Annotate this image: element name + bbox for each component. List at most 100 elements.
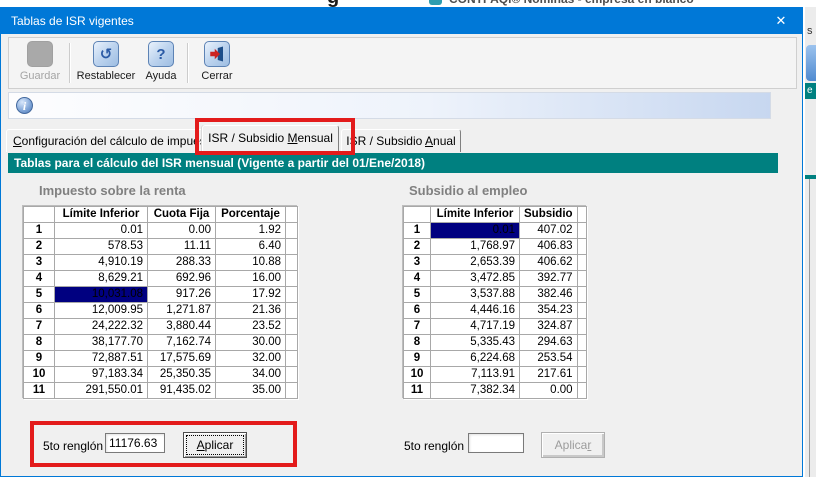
aplicar-button[interactable]: Aplicar xyxy=(183,432,247,458)
table-filler xyxy=(286,335,298,351)
table-cell[interactable]: 3,537.88 xyxy=(431,287,520,303)
table-cell[interactable]: 0.00 xyxy=(520,383,578,399)
table-cell[interactable]: 253.54 xyxy=(520,351,578,367)
quinto-renglon-input-subsidio[interactable] xyxy=(468,433,524,453)
table-cell[interactable]: 72,887.51 xyxy=(55,351,148,367)
table-cell[interactable]: 97,183.34 xyxy=(55,367,148,383)
table-cell[interactable]: 6.40 xyxy=(216,239,286,255)
table-cell[interactable]: 17,575.69 xyxy=(148,351,216,367)
button-label-mnemonic: r xyxy=(587,438,591,452)
row-number: 7 xyxy=(404,319,431,335)
background-button-fragment xyxy=(806,45,816,81)
table-cell[interactable]: 12,009.95 xyxy=(55,303,148,319)
table-cell[interactable]: 578.53 xyxy=(55,239,148,255)
row-number: 4 xyxy=(24,271,55,287)
table-cell[interactable]: 217.61 xyxy=(520,367,578,383)
table-cell[interactable]: 4,717.19 xyxy=(431,319,520,335)
table-cell[interactable]: 11.11 xyxy=(148,239,216,255)
table-filler xyxy=(286,255,298,271)
tab-isr-subsidio-anual[interactable]: ISR / Subsidio Anual xyxy=(341,129,461,152)
table-cell[interactable]: 692.96 xyxy=(148,271,216,287)
row-number: 1 xyxy=(24,223,55,239)
table-cell-selected[interactable]: 10,031.08 xyxy=(55,287,148,303)
help-icon: ? xyxy=(148,41,174,67)
table-cell[interactable]: 0.01 xyxy=(55,223,148,239)
column-header: Subsidio xyxy=(520,207,578,223)
table-cell[interactable]: 0.00 xyxy=(148,223,216,239)
table-cell[interactable]: 354.23 xyxy=(520,303,578,319)
tab-label: ensual xyxy=(298,131,333,145)
table-cell[interactable]: 17.92 xyxy=(216,287,286,303)
table-cell[interactable]: 6,224.68 xyxy=(431,351,520,367)
table-row: 1097,183.3425,350.3534.00 xyxy=(24,367,298,383)
table-cell[interactable]: 288.33 xyxy=(148,255,216,271)
table-cell[interactable]: 1.92 xyxy=(216,223,286,239)
row-number: 2 xyxy=(404,239,431,255)
tab-label: ISR / Subsidio xyxy=(208,131,287,145)
table-cell[interactable]: 1,768.97 xyxy=(431,239,520,255)
table-cell[interactable]: 3,472.85 xyxy=(431,271,520,287)
ayuda-button[interactable]: ? Ayuda xyxy=(140,41,182,82)
table-cell[interactable]: 382.46 xyxy=(520,287,578,303)
table-cell[interactable]: 7,113.91 xyxy=(431,367,520,383)
column-header: Límite Inferior xyxy=(431,207,520,223)
title-bar[interactable]: Tablas de ISR vigentes ✕ xyxy=(1,8,802,34)
table-cell[interactable]: 4,446.16 xyxy=(431,303,520,319)
tab-label: ISR / Subsidio xyxy=(346,134,425,148)
table-cell[interactable]: 2,653.39 xyxy=(431,255,520,271)
table-cell[interactable]: 1,271.87 xyxy=(148,303,216,319)
corner-cell xyxy=(404,207,431,223)
tab-label-mnemonic: A xyxy=(425,134,433,148)
table-row: 34,910.19288.3310.88 xyxy=(24,255,298,271)
table-cell[interactable]: 406.83 xyxy=(520,239,578,255)
table-row: 107,113.91217.61 xyxy=(404,367,587,383)
tab-isr-subsidio-mensual[interactable]: ISR / Subsidio Mensual xyxy=(202,125,339,152)
table-row: 53,537.88382.46 xyxy=(404,287,587,303)
table-filler xyxy=(577,367,586,383)
table-cell[interactable]: 324.87 xyxy=(520,319,578,335)
guardar-button: Guardar xyxy=(13,41,67,82)
table-row: 64,446.16354.23 xyxy=(404,303,587,319)
tab-label-mnemonic: M xyxy=(288,131,298,145)
table-cell[interactable]: 34.00 xyxy=(216,367,286,383)
table-cell[interactable]: 24,222.32 xyxy=(55,319,148,335)
info-icon[interactable]: i xyxy=(16,97,33,114)
table-filler xyxy=(286,383,298,399)
table-cell[interactable]: 5,335.43 xyxy=(431,335,520,351)
table-cell[interactable]: 35.00 xyxy=(216,383,286,399)
table-cell[interactable]: 91,435.02 xyxy=(148,383,216,399)
table-cell[interactable]: 16.00 xyxy=(216,271,286,287)
table-row: 32,653.39406.62 xyxy=(404,255,587,271)
screen: g CONTPAQi® Nóminas - empresa en blanco … xyxy=(0,0,816,477)
table-cell[interactable]: 917.26 xyxy=(148,287,216,303)
restablecer-label: Restablecer xyxy=(73,70,139,82)
table-cell[interactable]: 32.00 xyxy=(216,351,286,367)
table-cell[interactable]: 291,550.01 xyxy=(55,383,148,399)
table-cell[interactable]: 21.36 xyxy=(216,303,286,319)
quinto-renglon-label: 5to renglón xyxy=(43,439,103,453)
table-cell[interactable]: 8,629.21 xyxy=(55,271,148,287)
table-cell-selected[interactable]: 0.01 xyxy=(431,223,520,239)
table-cell[interactable]: 407.02 xyxy=(520,223,578,239)
table-cell[interactable]: 3,880.44 xyxy=(148,319,216,335)
table-filler xyxy=(577,239,586,255)
table-cell[interactable]: 30.00 xyxy=(216,335,286,351)
close-icon[interactable]: ✕ xyxy=(760,8,802,34)
table-cell[interactable]: 392.77 xyxy=(520,271,578,287)
table-cell[interactable]: 23.52 xyxy=(216,319,286,335)
table-cell[interactable]: 7,162.74 xyxy=(148,335,216,351)
table-cell[interactable]: 25,350.35 xyxy=(148,367,216,383)
table-filler xyxy=(577,319,586,335)
background-window-right-strip: s e xyxy=(805,7,816,477)
table-cell[interactable]: 10.88 xyxy=(216,255,286,271)
table-row: 10.01407.02 xyxy=(404,223,587,239)
table-cell[interactable]: 406.62 xyxy=(520,255,578,271)
cerrar-button[interactable]: Cerrar xyxy=(193,41,241,82)
table-cell[interactable]: 294.63 xyxy=(520,335,578,351)
quinto-renglon-input[interactable] xyxy=(105,433,165,453)
table-cell[interactable]: 4,910.19 xyxy=(55,255,148,271)
table-cell[interactable]: 7,382.34 xyxy=(431,383,520,399)
table-cell[interactable]: 38,177.70 xyxy=(55,335,148,351)
restablecer-button[interactable]: ↺ Restablecer xyxy=(73,41,139,82)
table-row: 838,177.707,162.7430.00 xyxy=(24,335,298,351)
